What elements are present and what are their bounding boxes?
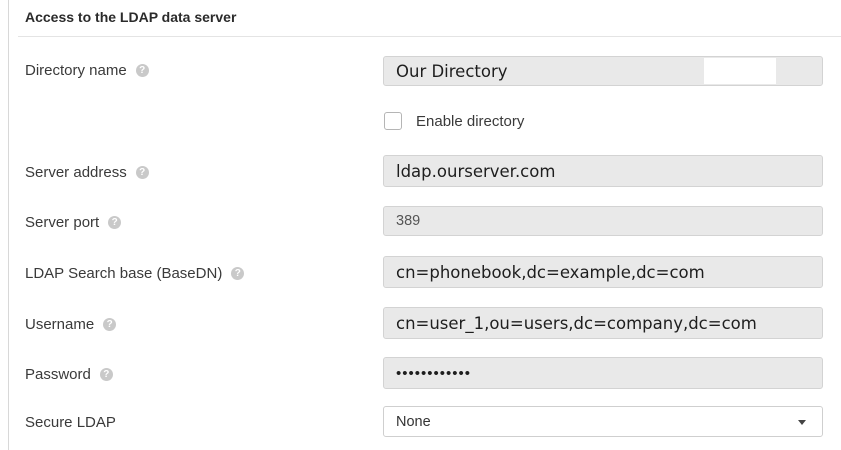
server-address-value: ldap.ourserver.com [396,161,556,181]
server-port-input[interactable]: 389 [383,206,823,236]
server-port-value: 389 [396,213,421,229]
secure-ldap-value: None [396,413,431,430]
help-icon[interactable]: ? [108,215,122,229]
help-icon[interactable]: ? [135,63,149,77]
search-base-label-row: LDAP Search base (BaseDN) ? [25,263,245,283]
password-label-row: Password ? [25,364,113,384]
username-label-row: Username ? [25,314,117,334]
help-icon[interactable]: ? [99,367,113,381]
username-value: cn=user_1,ou=users,dc=company,dc=com [396,313,757,333]
password-input[interactable]: •••••••••••• [383,357,823,389]
secure-ldap-label: Secure LDAP [25,413,116,431]
server-address-label: Server address [25,163,127,181]
section-divider [18,36,841,37]
enable-directory-label: Enable directory [416,112,525,130]
directory-name-label: Directory name [25,61,127,79]
section-title: Access to the LDAP data server [25,9,237,25]
server-port-label: Server port [25,213,100,231]
username-label: Username [25,315,95,333]
search-base-input[interactable]: cn=phonebook,dc=example,dc=com [383,256,823,288]
password-value: •••••••••••• [396,364,472,382]
help-icon[interactable]: ? [135,165,149,179]
search-base-label: LDAP Search base (BaseDN) [25,264,223,282]
field-highlight [704,58,776,84]
search-base-value: cn=phonebook,dc=example,dc=com [396,262,705,282]
username-input[interactable]: cn=user_1,ou=users,dc=company,dc=com [383,307,823,339]
password-label: Password [25,365,91,383]
secure-ldap-label-row: Secure LDAP [25,412,116,432]
directory-name-input[interactable]: Our Directory [383,56,823,86]
help-icon[interactable]: ? [231,266,245,280]
directory-name-label-row: Directory name ? [25,60,149,80]
chevron-down-icon [798,420,806,425]
server-address-input[interactable]: ldap.ourserver.com [383,155,823,187]
server-address-label-row: Server address ? [25,162,149,182]
enable-directory-row[interactable]: Enable directory [384,112,524,130]
directory-name-value: Our Directory [396,61,508,81]
server-port-label-row: Server port ? [25,212,122,232]
help-icon[interactable]: ? [103,317,117,331]
secure-ldap-select[interactable]: None [383,406,823,437]
enable-directory-checkbox[interactable] [384,112,402,130]
left-border [8,0,9,450]
